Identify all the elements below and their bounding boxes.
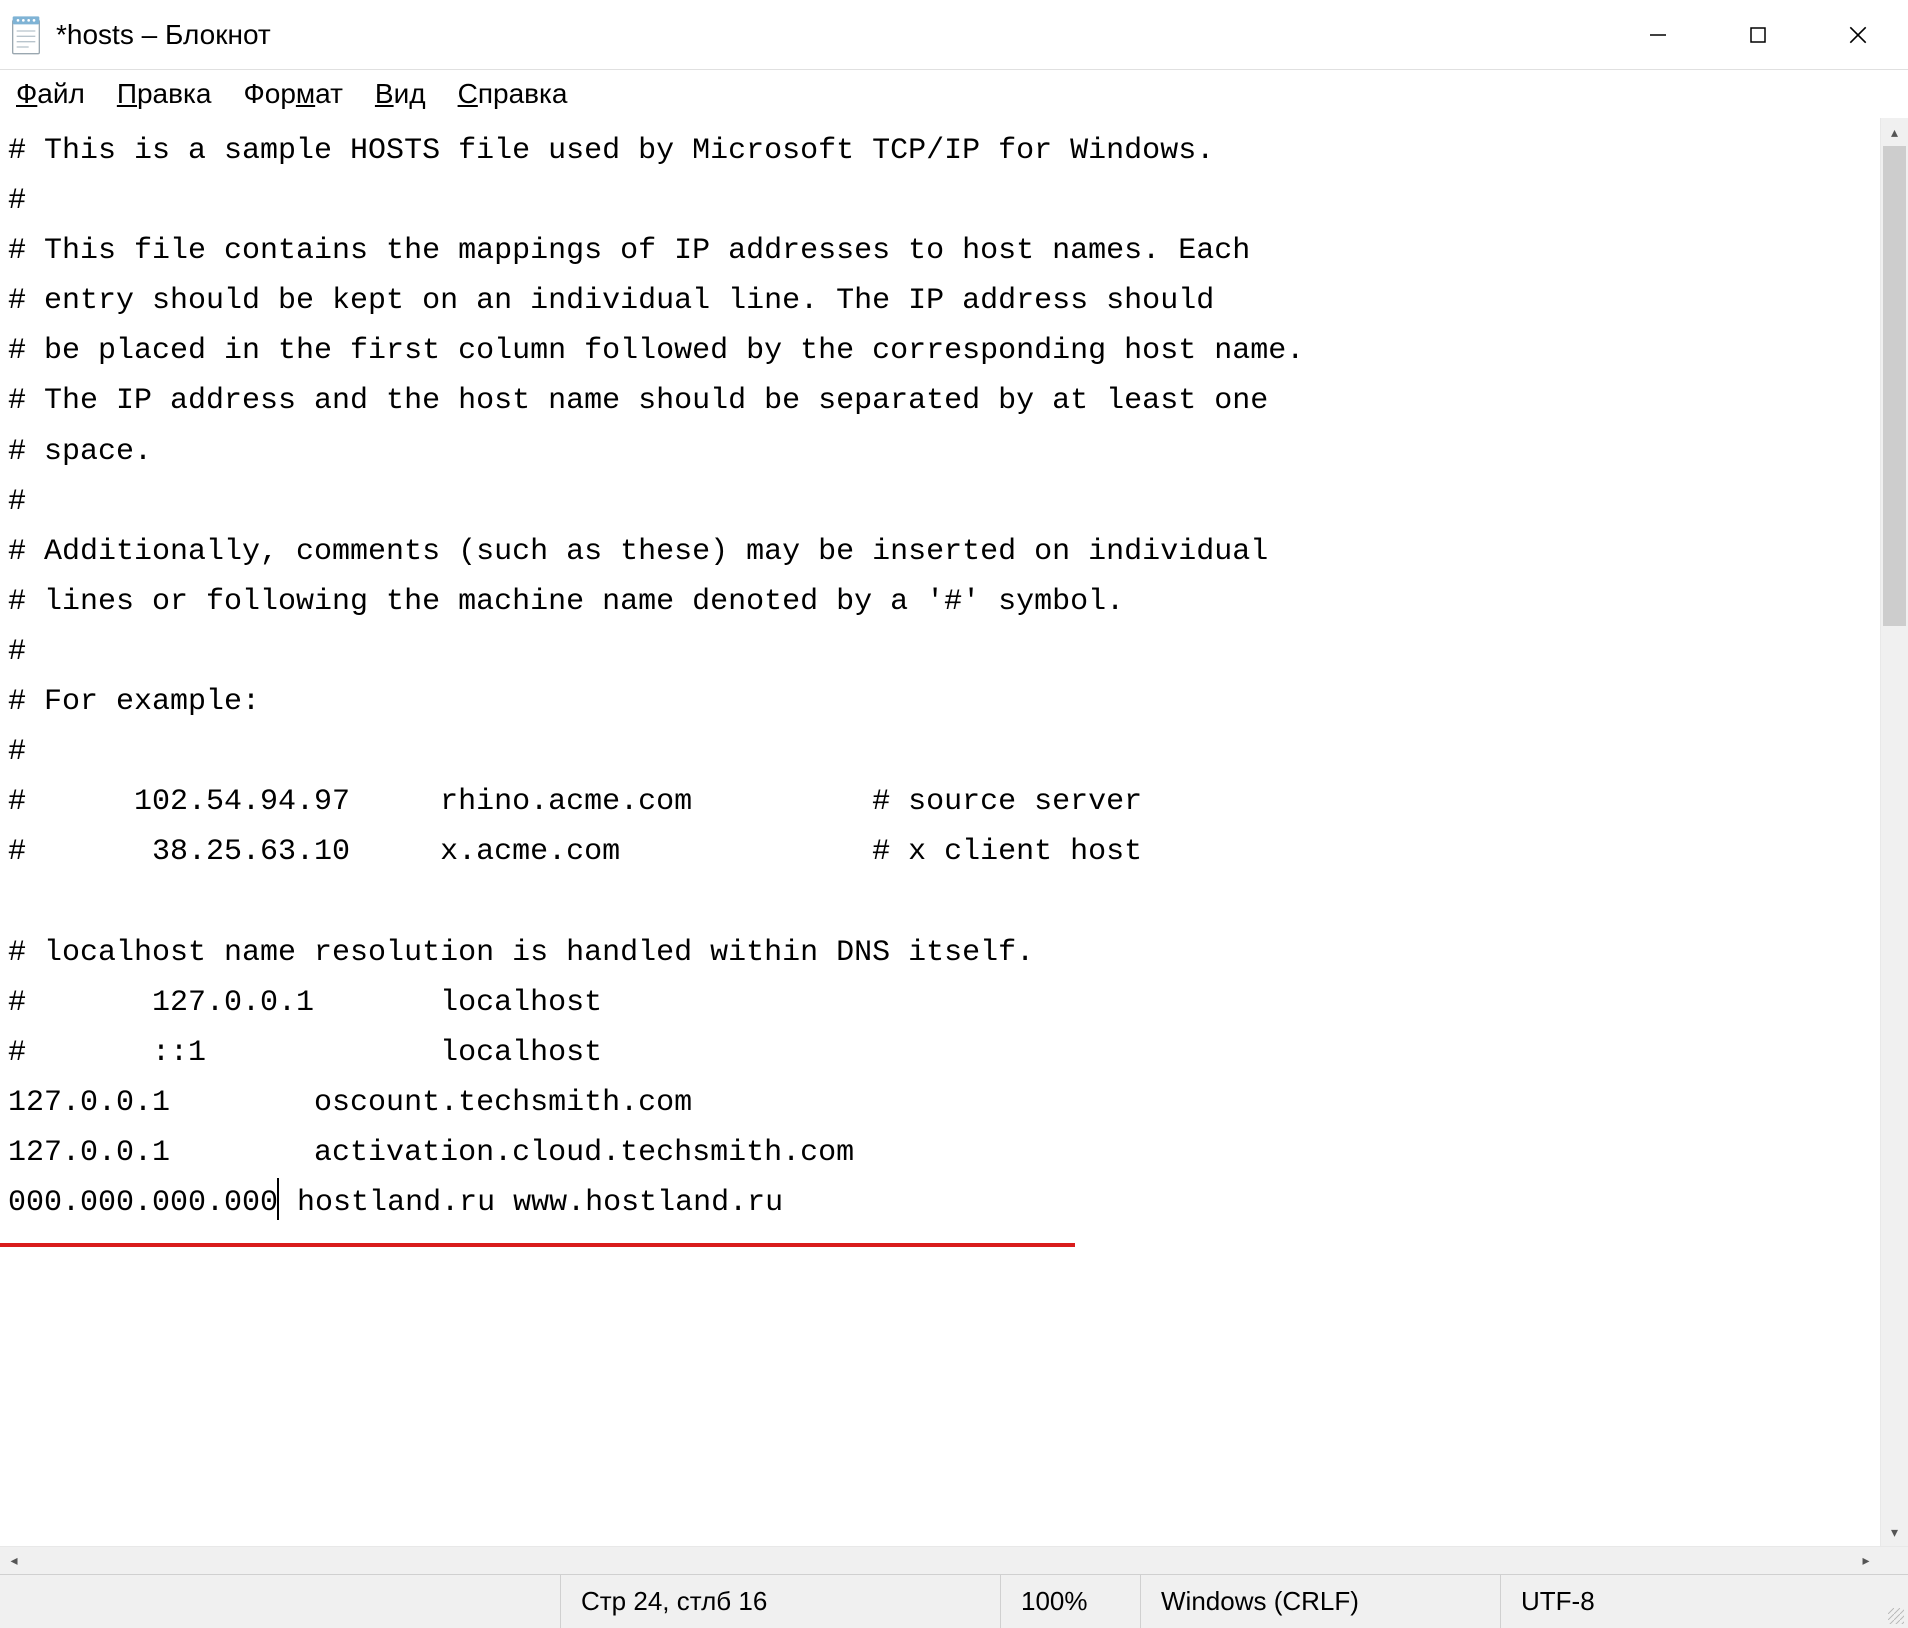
resize-grip-icon[interactable] (1878, 1575, 1908, 1628)
editor-container: # This is a sample HOSTS file used by Mi… (0, 118, 1908, 1546)
close-button[interactable] (1808, 0, 1908, 69)
vertical-scroll-thumb[interactable] (1883, 146, 1906, 626)
scroll-down-arrow-icon[interactable]: ▾ (1881, 1518, 1908, 1546)
menu-view[interactable]: Вид (369, 76, 432, 112)
status-caret-position: Стр 24, стлб 16 (560, 1575, 1000, 1628)
menu-help[interactable]: Справка (452, 76, 574, 112)
menu-bar: Файл Правка Формат Вид Справка (0, 70, 1908, 118)
scroll-right-arrow-icon[interactable]: ▸ (1852, 1547, 1880, 1574)
scroll-up-arrow-icon[interactable]: ▴ (1881, 118, 1908, 146)
status-spacer (0, 1575, 560, 1628)
status-line-ending: Windows (CRLF) (1140, 1575, 1500, 1628)
status-zoom: 100% (1000, 1575, 1140, 1628)
window-title: *hosts – Блокнот (56, 19, 1608, 51)
menu-edit[interactable]: Правка (111, 76, 218, 112)
vertical-scroll-track[interactable] (1881, 146, 1908, 1518)
status-bar: Стр 24, стлб 16 100% Windows (CRLF) UTF-… (0, 1574, 1908, 1628)
menu-file[interactable]: Файл (10, 76, 91, 112)
title-bar: *hosts – Блокнот (0, 0, 1908, 70)
status-encoding: UTF-8 (1500, 1575, 1878, 1628)
vertical-scrollbar[interactable]: ▴ ▾ (1880, 118, 1908, 1546)
maximize-button[interactable] (1708, 0, 1808, 69)
text-editor[interactable]: # This is a sample HOSTS file used by Mi… (0, 118, 1880, 1546)
horizontal-scrollbar[interactable]: ◂ ▸ (0, 1546, 1908, 1574)
notepad-icon (10, 15, 42, 55)
minimize-button[interactable] (1608, 0, 1708, 69)
window-controls (1608, 0, 1908, 69)
horizontal-scroll-track[interactable] (28, 1547, 1852, 1574)
menu-format[interactable]: Формат (237, 76, 348, 112)
annotation-underline (0, 1243, 1075, 1247)
scrollbar-corner (1880, 1547, 1908, 1574)
scroll-left-arrow-icon[interactable]: ◂ (0, 1547, 28, 1574)
